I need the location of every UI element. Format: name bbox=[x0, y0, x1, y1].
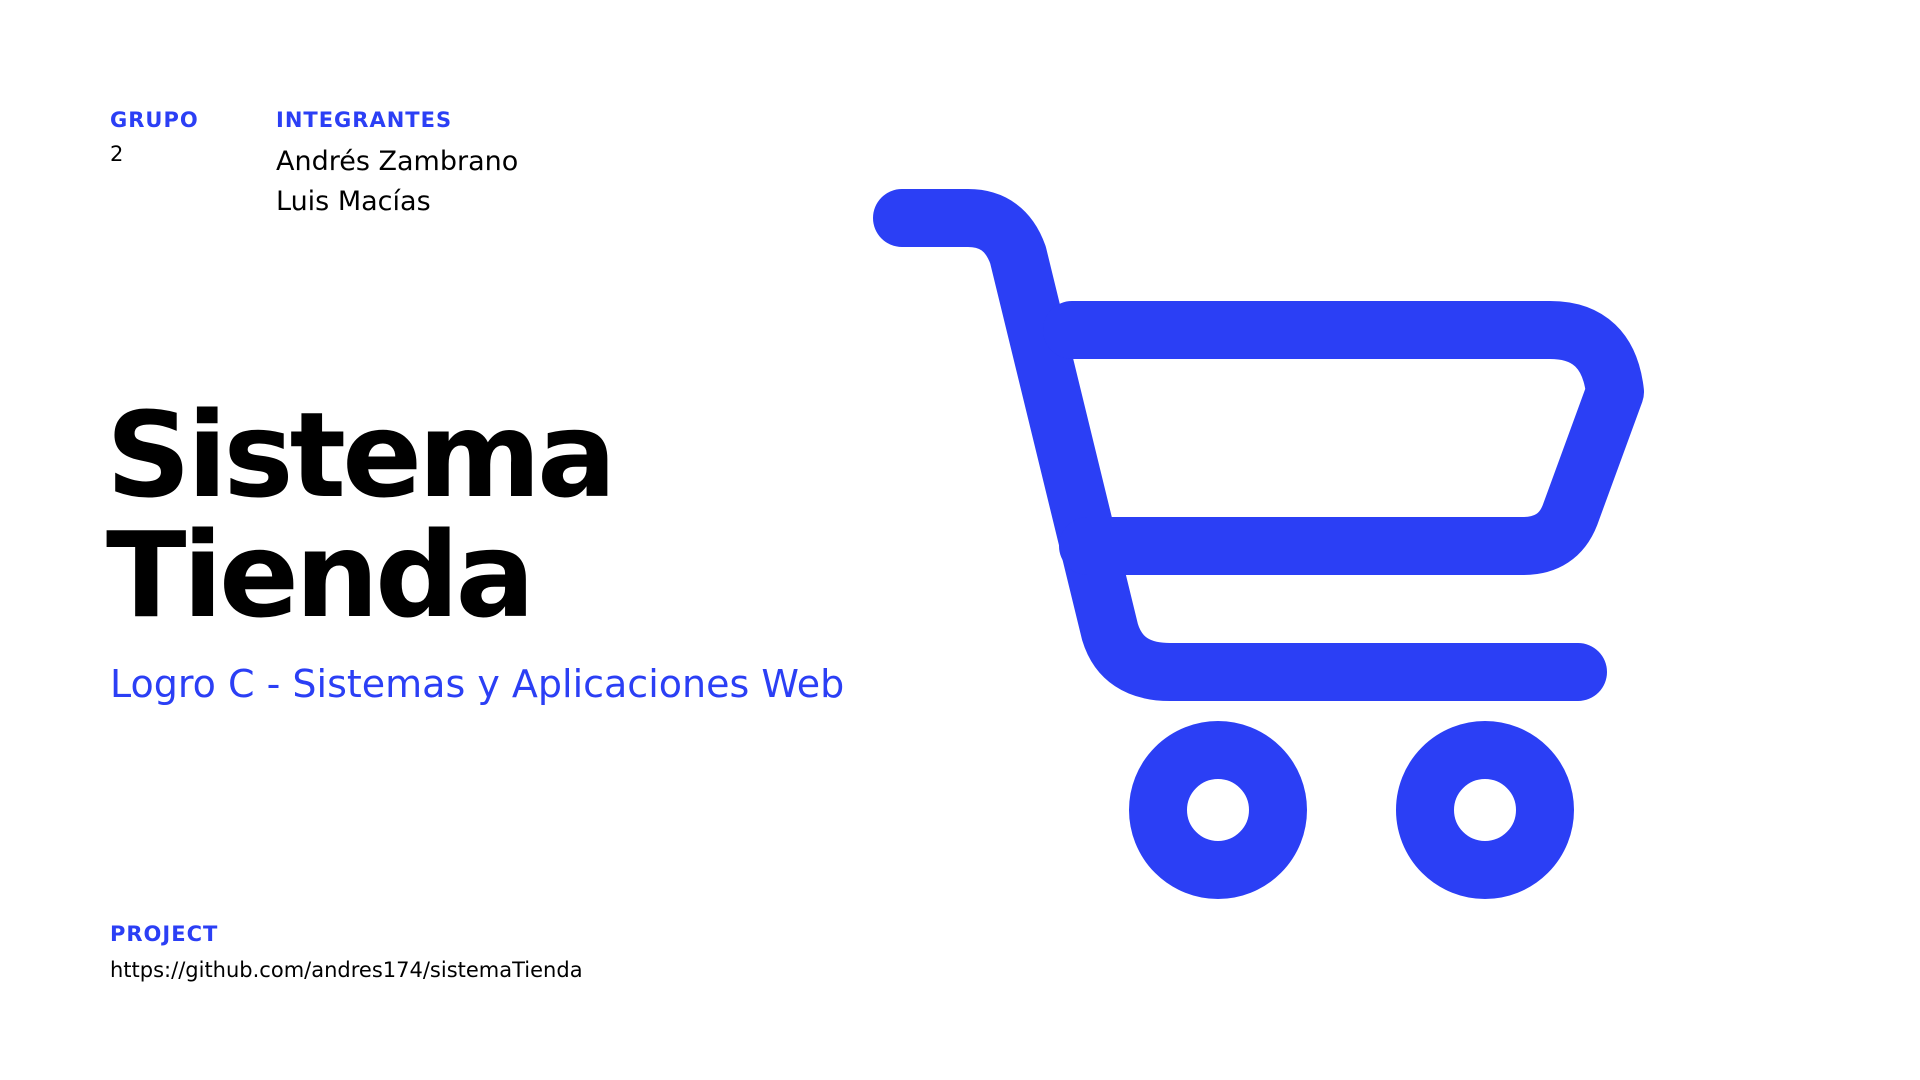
members-label: INTEGRANTES bbox=[276, 108, 453, 132]
subtitle: Logro C - Sistemas y Aplicaciones Web bbox=[110, 662, 845, 706]
project-label: PROJECT bbox=[110, 922, 219, 946]
slide: GRUPO 2 INTEGRANTES Andrés Zambrano Luis… bbox=[0, 0, 1920, 1080]
title-line-1: Sistema bbox=[106, 386, 617, 524]
members-list: Andrés Zambrano Luis Macías bbox=[276, 142, 518, 222]
member-name: Andrés Zambrano bbox=[276, 146, 519, 177]
member-name: Luis Macías bbox=[276, 186, 431, 217]
group-number: 2 bbox=[110, 142, 124, 166]
group-label: GRUPO bbox=[110, 108, 199, 132]
project-url: https://github.com/andres174/sistemaTien… bbox=[110, 958, 583, 982]
page-title: Sistema Tienda bbox=[106, 386, 617, 644]
title-line-2: Tienda bbox=[106, 506, 535, 644]
shopping-cart-icon bbox=[873, 189, 1644, 899]
